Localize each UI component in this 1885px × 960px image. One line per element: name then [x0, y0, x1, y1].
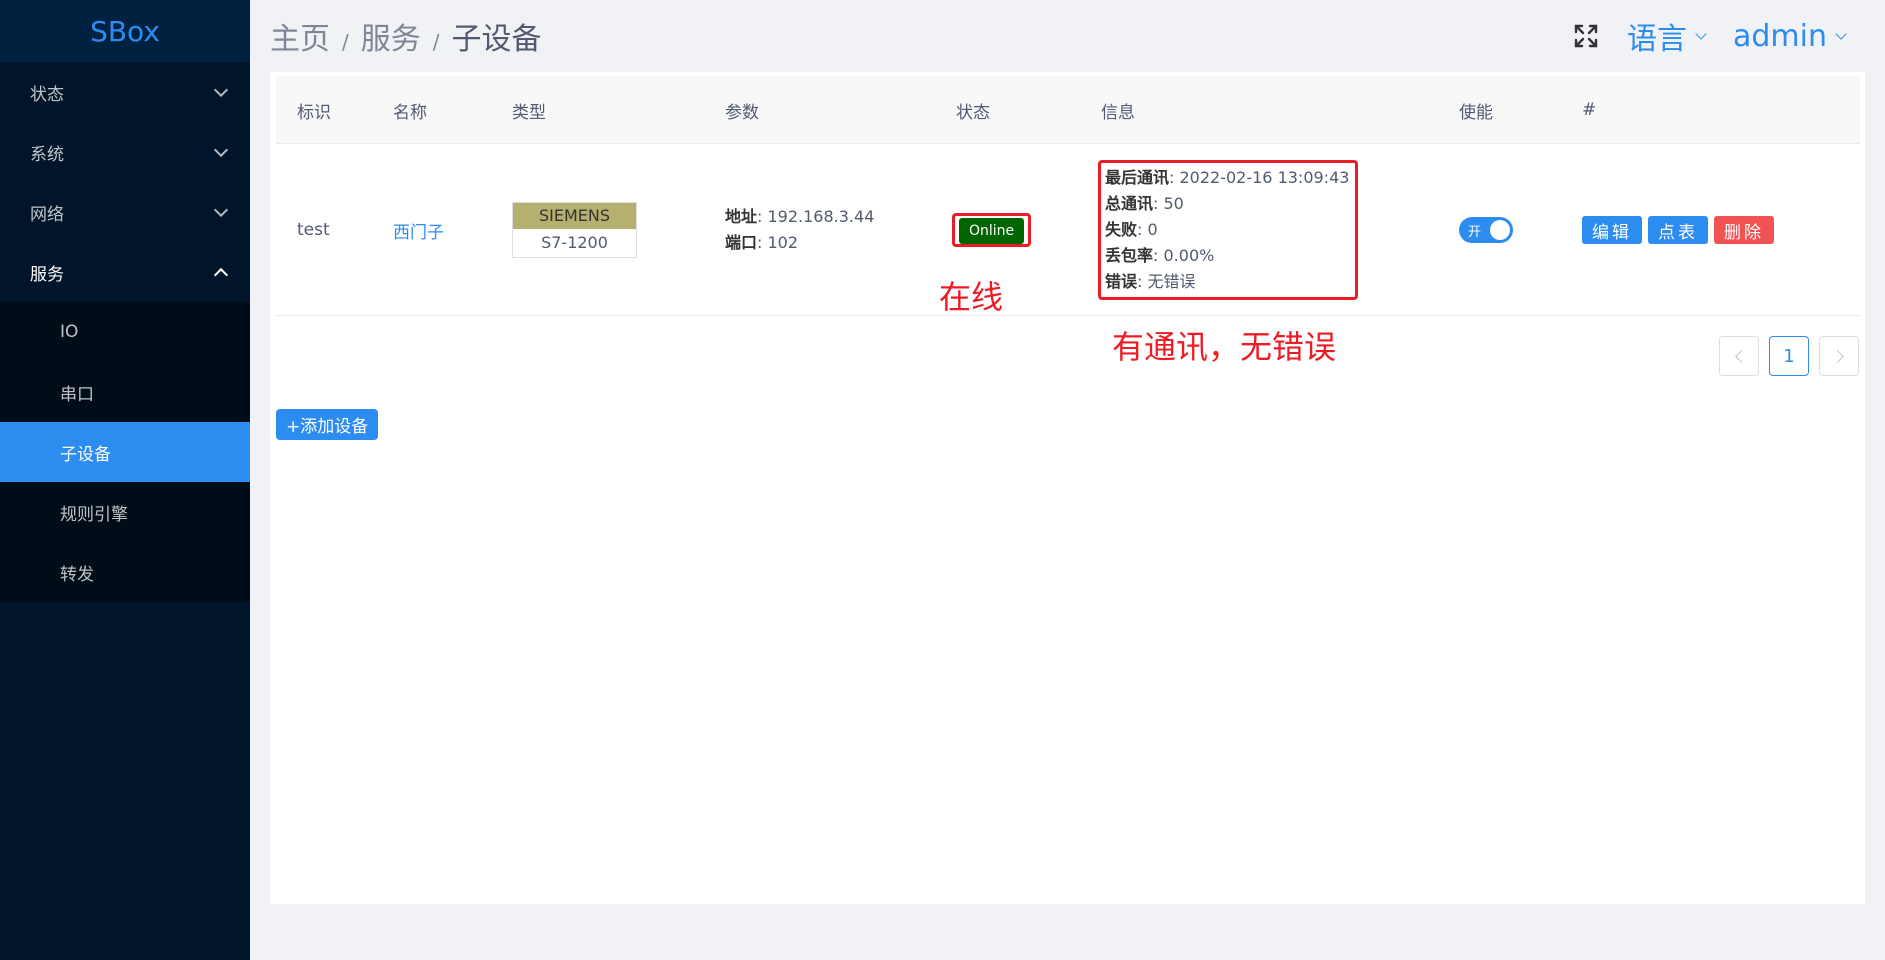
page-number[interactable]: 1 [1769, 336, 1809, 376]
menu-status-label: 状态 [30, 84, 64, 105]
col-enable: 使能 [1459, 102, 1493, 123]
next-page-button[interactable] [1819, 336, 1859, 376]
col-actions: # [1582, 100, 1597, 120]
param-addr-value: : 192.168.3.44 [757, 207, 875, 226]
menu-service-label: 服务 [30, 264, 64, 285]
chevron-right-icon [1830, 349, 1844, 363]
col-status: 状态 [956, 102, 990, 123]
param-addr-label: 地址 [725, 207, 758, 226]
header: 主页 / 服务 / 子设备 语言 admin [250, 0, 1885, 72]
info-label: 丢包率 [1105, 246, 1154, 265]
info-value: : 0 [1137, 220, 1158, 239]
chevron-down-icon [213, 82, 229, 97]
fullscreen-icon[interactable] [1573, 23, 1599, 49]
breadcrumb-separator: / [432, 30, 440, 54]
table-header: 标识 名称 类型 参数 状态 信息 使能 # [276, 76, 1860, 144]
pagination: 1 [1719, 336, 1859, 376]
type-badge: SIEMENS S7-1200 [512, 202, 637, 258]
delete-button[interactable]: 删除 [1714, 216, 1774, 244]
info-label: 最后通讯 [1105, 168, 1170, 187]
breadcrumb-service[interactable]: 服务 [361, 14, 421, 58]
add-device-button[interactable]: +添加设备 [276, 409, 379, 440]
menu-status[interactable]: 状态 [0, 62, 250, 122]
sidebar-item-serial[interactable]: 串口 [0, 362, 250, 422]
info-highlight: 最后通讯: 2022-02-16 13:09:43 总通讯: 50 失败: 0 … [1098, 160, 1359, 300]
menu-network-label: 网络 [30, 204, 64, 225]
edit-button[interactable]: 编辑 [1582, 216, 1642, 244]
cell-actions: 编辑 点表 删除 [1582, 144, 1780, 316]
chevron-left-icon [1734, 349, 1748, 363]
status-badge: Online [959, 218, 1025, 244]
enable-toggle[interactable]: 开 [1459, 217, 1513, 243]
col-info: 信息 [1101, 102, 1135, 123]
menu-system-label: 系统 [30, 144, 64, 165]
sidebar-item-io[interactable]: IO [0, 302, 250, 362]
sidebar: SBox 状态 系统 网络 服务 IO 串口 子设备 规则引擎 转发 [0, 0, 250, 960]
info-value: : 0.00% [1153, 246, 1215, 265]
type-vendor: SIEMENS [513, 203, 636, 229]
chevron-down-icon [1835, 28, 1847, 40]
info-label: 总通讯 [1105, 194, 1154, 213]
chevron-down-icon [213, 142, 229, 157]
cell-type: SIEMENS S7-1200 [512, 144, 637, 316]
breadcrumb-separator: / [342, 30, 349, 54]
logo[interactable]: SBox [0, 0, 250, 62]
col-id: 标识 [297, 102, 331, 123]
info-value: : 50 [1153, 194, 1184, 213]
sidebar-item-subdevice[interactable]: 子设备 [0, 422, 250, 482]
cell-enable: 开 [1459, 144, 1513, 316]
annotation-online: 在线 [939, 278, 1004, 316]
table-row: test 西门子 SIEMENS S7-1200 地址: 192.168.3.4… [276, 144, 1860, 316]
col-params: 参数 [725, 102, 759, 123]
info-value: : 无错误 [1137, 272, 1196, 291]
prev-page-button[interactable] [1719, 336, 1759, 376]
menu-network[interactable]: 网络 [0, 182, 250, 242]
breadcrumb-current: 子设备 [451, 22, 542, 57]
breadcrumb: 主页 / 服务 / 子设备 [250, 14, 542, 58]
content-panel: 标识 名称 类型 参数 状态 信息 使能 # test 西门子 SIEMENS … [270, 72, 1865, 904]
language-dropdown[interactable]: 语言 [1627, 14, 1707, 58]
menu-service[interactable]: 服务 [0, 242, 250, 302]
toggle-label: 开 [1468, 225, 1482, 240]
info-value: : 2022-02-16 13:09:43 [1169, 168, 1350, 187]
device-table: 标识 名称 类型 参数 状态 信息 使能 # test 西门子 SIEMENS … [276, 76, 1860, 316]
sidebar-item-forward[interactable]: 转发 [0, 542, 250, 602]
point-table-button[interactable]: 点表 [1648, 216, 1708, 244]
header-actions: 语言 admin [1573, 0, 1847, 72]
chevron-down-icon [1695, 28, 1707, 40]
status-highlight: Online [952, 213, 1032, 247]
info-label: 失败 [1105, 220, 1138, 239]
menu-system[interactable]: 系统 [0, 122, 250, 182]
language-label: 语言 [1627, 22, 1687, 57]
cell-id: test [297, 220, 330, 240]
info-label: 错误 [1105, 272, 1138, 291]
toggle-knob [1490, 220, 1510, 240]
cell-info: 最后通讯: 2022-02-16 13:09:43 总通讯: 50 失败: 0 … [1098, 144, 1359, 316]
service-submenu: IO 串口 子设备 规则引擎 转发 [0, 302, 250, 602]
param-port-label: 端口 [725, 233, 758, 252]
col-name: 名称 [393, 102, 427, 123]
user-dropdown[interactable]: admin [1733, 18, 1847, 54]
annotation-info: 有通讯，无错误 [1112, 328, 1337, 366]
cell-params: 地址: 192.168.3.44 端口: 102 [725, 144, 874, 316]
param-port-value: : 102 [757, 233, 799, 252]
breadcrumb-home[interactable]: 主页 [270, 14, 330, 58]
user-label: admin [1733, 18, 1827, 54]
type-model: S7-1200 [513, 229, 636, 257]
col-type: 类型 [512, 102, 546, 123]
sidebar-item-rule-engine[interactable]: 规则引擎 [0, 482, 250, 542]
device-name-link[interactable]: 西门子 [393, 144, 444, 316]
chevron-up-icon [213, 267, 229, 282]
chevron-down-icon [213, 202, 229, 217]
